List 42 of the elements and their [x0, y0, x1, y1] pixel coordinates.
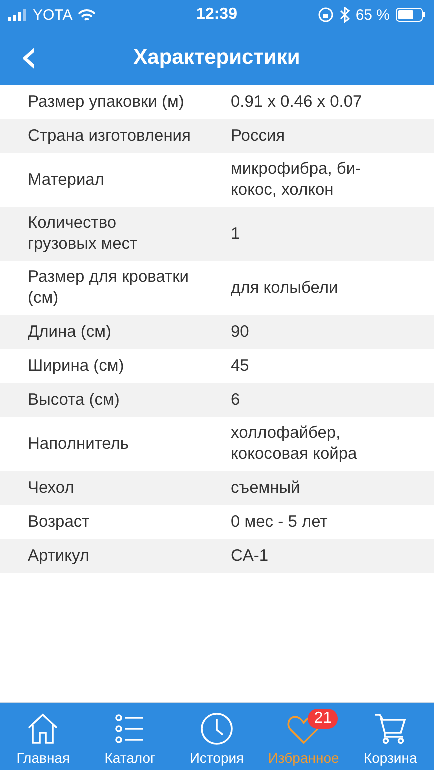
status-time: 12:39 — [196, 6, 238, 24]
battery-percent: 65 % — [356, 6, 390, 24]
spec-value: холлофайбер, кокосовая койра — [231, 423, 358, 465]
spec-label: Размер для кроватки (см) — [28, 267, 190, 309]
battery-icon — [396, 8, 426, 22]
spec-value: микрофибра, би- кокос, холкон — [231, 159, 362, 201]
tab-bar-item[interactable]: История — [174, 703, 260, 770]
spec-value: 1 — [231, 224, 242, 244]
wifi-icon — [78, 8, 96, 22]
count-badge: 21 — [308, 709, 338, 729]
spec-value: 6 — [231, 390, 242, 410]
spec-value: съемный — [231, 478, 302, 498]
spec-value: 90 — [231, 322, 250, 342]
cart-icon — [372, 712, 409, 746]
spec-value: 0 мес - 5 лет — [231, 512, 329, 532]
tab-bar-item[interactable]: Главная — [0, 703, 87, 770]
spec-label: Ширина (см) — [28, 356, 126, 376]
spec-label: Страна изготовления — [28, 126, 192, 146]
spec-value: CA-1 — [231, 546, 270, 566]
back-button[interactable]: ‹ — [14, 36, 44, 76]
rotation-lock-icon — [318, 7, 334, 23]
spec-label: Размер упаковки (м) — [28, 92, 186, 112]
spec-value: для колыбели — [231, 278, 340, 298]
spec-value: 45 — [231, 356, 250, 376]
spec-label: Возраст — [28, 512, 91, 532]
tab-bar-item[interactable]: Каталог — [86, 703, 174, 770]
signal-icon — [8, 9, 28, 21]
page-title: Характеристики — [134, 46, 300, 70]
spec-value: 0.91 x 0.46 x 0.07 — [231, 92, 364, 112]
spec-label: Материал — [28, 170, 106, 190]
spec-label: Длина (см) — [28, 322, 112, 342]
clock-icon — [198, 712, 235, 746]
bluetooth-icon — [340, 7, 350, 23]
tab-bar-item[interactable]: Корзина — [347, 703, 434, 770]
tab-bar-item[interactable]: Избранное 21 — [260, 703, 348, 770]
spec-label: Чехол — [28, 478, 76, 498]
carrier-name: YOTA — [33, 6, 73, 24]
spec-value: Россия — [231, 126, 286, 146]
spec-label: Количество грузовых мест — [28, 213, 139, 255]
spec-label: Наполнитель — [28, 434, 130, 454]
spec-label: Высота (см) — [28, 390, 121, 410]
spec-label: Артикул — [28, 546, 91, 566]
